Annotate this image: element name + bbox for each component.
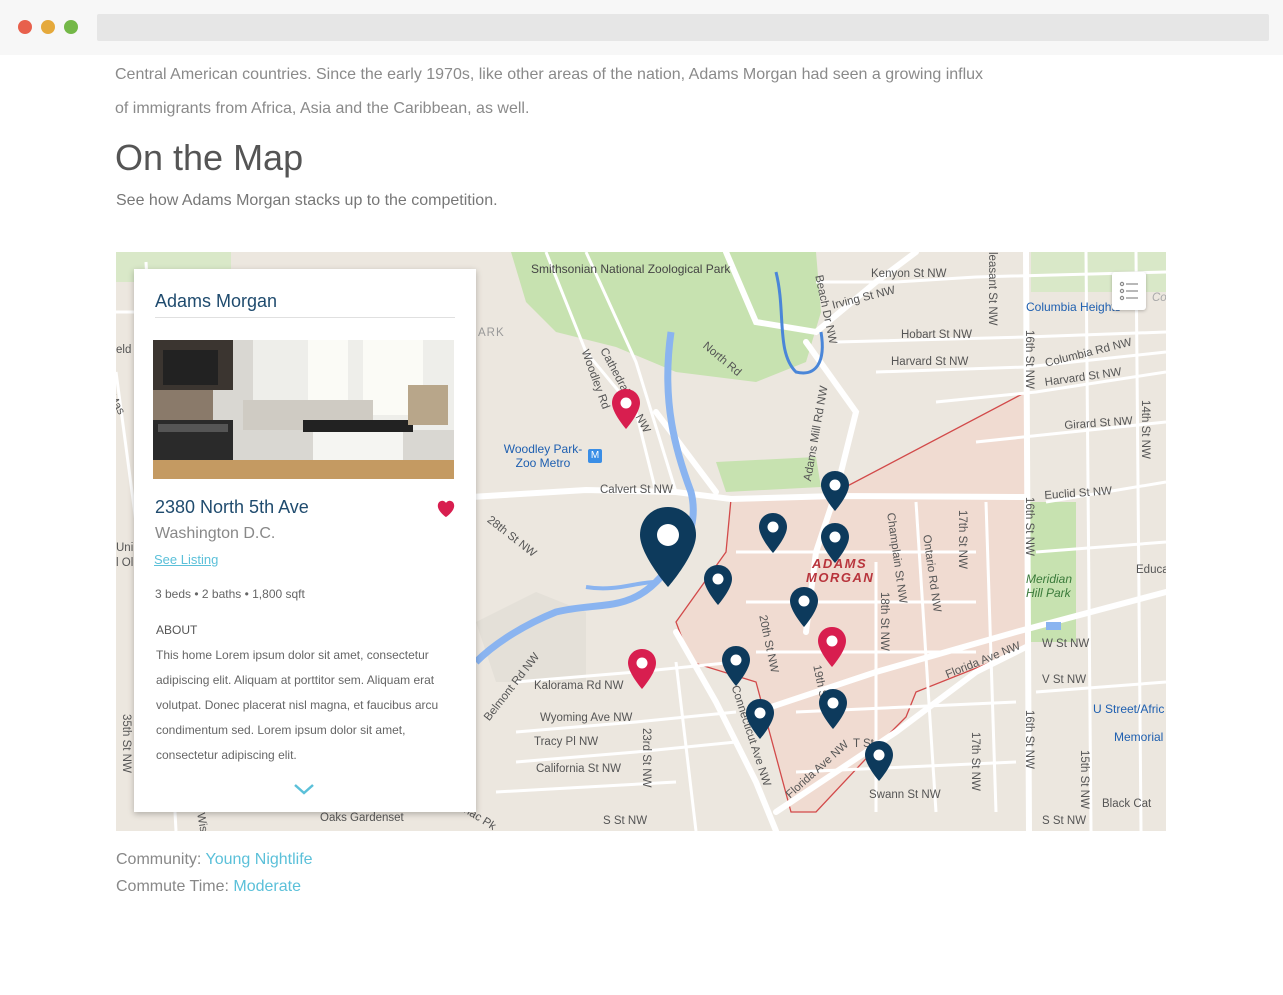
street-hobart: Hobart St NW xyxy=(901,329,972,341)
street-17th-b: 17th St NW xyxy=(969,732,981,791)
street-wyoming: Wyoming Ave NW xyxy=(540,712,633,724)
street-14th: 14th St NW xyxy=(1139,400,1151,459)
map-pin-icon[interactable] xyxy=(819,522,851,564)
street-swann: Swann St NW xyxy=(869,789,941,801)
map-pin-icon[interactable] xyxy=(819,470,851,512)
browser-chrome xyxy=(0,0,1283,55)
street-18th: 18th St NW xyxy=(878,592,890,651)
listing-photo[interactable] xyxy=(153,340,454,479)
minimize-window-button[interactable] xyxy=(41,20,55,34)
street-s-st: S St NW xyxy=(603,815,648,827)
community-row: Community: Young Nightlife xyxy=(116,851,313,869)
map-pin-icon[interactable] xyxy=(816,626,848,668)
listing-address: 2380 North 5th Ave xyxy=(155,497,309,517)
street-23rd: 23rd St NW xyxy=(640,728,652,788)
card-neighborhood-title: Adams Morgan xyxy=(155,291,278,311)
map-label-morgan: MORGAN xyxy=(806,570,875,585)
maximize-window-button[interactable] xyxy=(64,20,78,34)
map-pin-icon[interactable] xyxy=(863,740,895,782)
see-listing-link[interactable]: See Listing xyxy=(154,552,218,567)
map-pin-icon[interactable] xyxy=(626,648,658,690)
commute-value[interactable]: Moderate xyxy=(233,878,301,895)
street-s-st-east: S St NW xyxy=(1042,815,1087,827)
map-label-oaks: Oaks Gardenset xyxy=(320,812,404,824)
community-label: Community: xyxy=(116,851,202,868)
street-17th: 17th St NW xyxy=(956,510,968,569)
map-label-black-cat: Black Cat xyxy=(1102,798,1152,810)
street-35th: 35th St NW xyxy=(120,714,132,773)
section-heading: On the Map xyxy=(115,137,304,178)
list-view-button[interactable] xyxy=(1112,272,1146,310)
map-label-meridian-park: Meridian Hill Park xyxy=(1026,572,1073,600)
street-tracy: Tracy Pl NW xyxy=(534,736,599,748)
close-window-button[interactable] xyxy=(18,20,32,34)
map-label-woodley-metro: Woodley Park-Zoo Metro xyxy=(503,442,583,470)
heart-icon[interactable] xyxy=(435,498,457,518)
map-pin-icon[interactable] xyxy=(757,512,789,554)
map-pin-icon[interactable] xyxy=(610,388,642,430)
map-pin-icon[interactable] xyxy=(744,698,776,740)
map-pin-icon[interactable] xyxy=(788,586,820,628)
address-bar[interactable] xyxy=(97,14,1269,41)
street-calvert: Calvert St NW xyxy=(600,484,673,496)
map-label-ark: ARK xyxy=(478,327,505,339)
map-pin-icon[interactable] xyxy=(817,688,849,730)
street-w-st: W St NW xyxy=(1042,638,1090,650)
map-pin-icon[interactable] xyxy=(702,564,734,606)
commute-row: Commute Time: Moderate xyxy=(116,878,301,896)
street-16th-c: 16th St NW xyxy=(1023,710,1035,769)
street-kalorama: Kalorama Rd NW xyxy=(534,680,624,692)
map-label-co: Co xyxy=(1152,292,1166,304)
list-icon xyxy=(1119,281,1138,301)
about-text: This home Lorem ipsum dolor sit amet, co… xyxy=(156,648,439,762)
map-label-educa: Educa xyxy=(1136,564,1166,576)
selected-listing-pin[interactable] xyxy=(636,505,700,589)
community-value[interactable]: Young Nightlife xyxy=(206,851,313,868)
street-kenyon: Kenyon St NW xyxy=(871,268,947,280)
commute-label: Commute Time: xyxy=(116,878,229,895)
map-label-memorial: Memorial xyxy=(1114,730,1164,744)
chevron-down-icon[interactable] xyxy=(292,782,316,796)
street-16th-a: 16th St NW xyxy=(1023,330,1035,389)
article-paragraph: Central American countries. Since the ea… xyxy=(115,66,984,117)
map-label-u-street: U Street/Afric xyxy=(1093,702,1165,716)
map-label-uni: Uni xyxy=(116,542,134,554)
street-harvard: Harvard St NW xyxy=(891,356,969,368)
street-california: California St NW xyxy=(536,763,621,775)
listing-card: Adams Morgan 2380 North 5th Ave Washingt… xyxy=(134,269,476,812)
map-label-zoo: Smithsonian National Zoological Park xyxy=(531,262,731,276)
map-label-l-ol: l Ol xyxy=(116,557,134,569)
section-subheading: See how Adams Morgan stacks up to the co… xyxy=(116,192,498,209)
metro-icon: M xyxy=(588,449,602,463)
street-16th-b: 16th St NW xyxy=(1023,497,1035,556)
street-15th: 15th St NW xyxy=(1078,750,1090,809)
divider xyxy=(155,317,455,318)
about-heading: ABOUT xyxy=(156,623,198,637)
listing-city: Washington D.C. xyxy=(155,525,276,542)
street-pleasant: leasant St NW xyxy=(986,252,998,326)
map-label-columbia-heights: Columbia Heights xyxy=(1026,300,1121,314)
map-pin-icon[interactable] xyxy=(720,645,752,687)
listing-specs: 3 beds • 2 baths • 1,800 sqft xyxy=(155,587,305,601)
kitchen-photo xyxy=(153,340,454,479)
street-v-st: V St NW xyxy=(1042,674,1087,686)
